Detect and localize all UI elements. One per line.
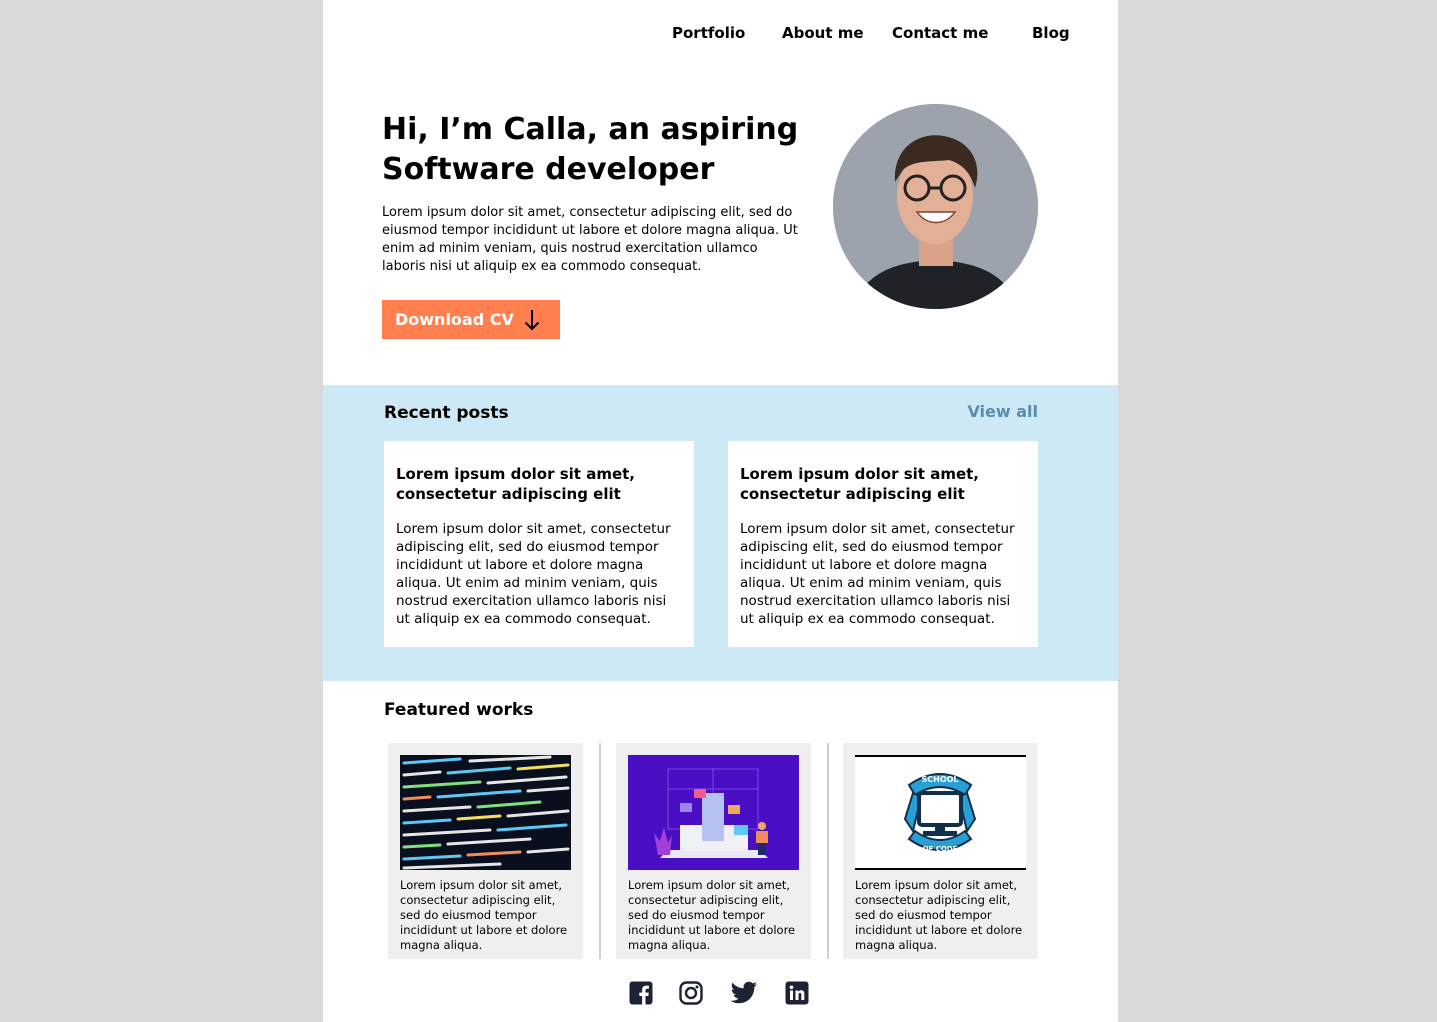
post-card[interactable]: Lorem ipsum dolor sit amet, consectetur … xyxy=(384,441,694,647)
logo-top-text: SCHOOL xyxy=(921,775,958,784)
logo-bottom-text: OF CODE xyxy=(923,845,958,853)
post-title: Lorem ipsum dolor sit amet, consectetur … xyxy=(396,465,635,503)
download-cv-button[interactable]: Download CV xyxy=(382,300,560,339)
recent-posts-heading: Recent posts xyxy=(384,403,509,423)
arrow-down-icon xyxy=(524,309,540,331)
nav-about-me[interactable]: About me xyxy=(782,24,864,42)
school-of-code-logo: SCHOOL OF CODE xyxy=(855,755,1026,870)
work-description: Lorem ipsum dolor sit amet, consectetur … xyxy=(628,878,796,952)
work-card[interactable]: Lorem ipsum dolor sit amet, consectetur … xyxy=(388,743,583,959)
recent-posts-section: Recent posts View all Lorem ipsum dolor … xyxy=(323,385,1118,681)
work-card[interactable]: SCHOOL OF CODE Lorem ipsum dolor sit ame… xyxy=(843,743,1038,959)
post-card[interactable]: Lorem ipsum dolor sit amet, consectetur … xyxy=(728,441,1038,647)
code-screen-image xyxy=(400,755,571,870)
view-all-link[interactable]: View all xyxy=(967,402,1038,421)
facebook-icon[interactable] xyxy=(628,980,654,1006)
laptop-illustration-image xyxy=(628,755,799,870)
twitter-icon[interactable] xyxy=(729,980,759,1006)
post-title: Lorem ipsum dolor sit amet, consectetur … xyxy=(740,465,979,503)
work-card[interactable]: Lorem ipsum dolor sit amet, consectetur … xyxy=(616,743,811,959)
page: Portfolio About me Contact me Blog Hi, I… xyxy=(323,0,1118,1022)
work-description: Lorem ipsum dolor sit amet, consectetur … xyxy=(400,878,568,952)
divider xyxy=(827,743,829,959)
work-description: Lorem ipsum dolor sit amet, consectetur … xyxy=(855,878,1023,952)
download-cv-label: Download CV xyxy=(395,310,514,329)
nav-blog[interactable]: Blog xyxy=(1032,24,1070,42)
hero-title: Hi, I’m Calla, an aspiring Software deve… xyxy=(382,112,799,187)
nav-contact-me[interactable]: Contact me xyxy=(892,24,988,42)
post-body: Lorem ipsum dolor sit amet, consectetur … xyxy=(740,521,1015,627)
divider xyxy=(599,743,601,959)
profile-photo xyxy=(833,104,1038,309)
linkedin-icon[interactable] xyxy=(784,980,810,1006)
instagram-icon[interactable] xyxy=(678,980,704,1006)
hero-text: Lorem ipsum dolor sit amet, consectetur … xyxy=(382,205,798,274)
nav-portfolio[interactable]: Portfolio xyxy=(672,24,745,42)
post-body: Lorem ipsum dolor sit amet, consectetur … xyxy=(396,521,671,627)
featured-works-heading: Featured works xyxy=(384,700,534,720)
